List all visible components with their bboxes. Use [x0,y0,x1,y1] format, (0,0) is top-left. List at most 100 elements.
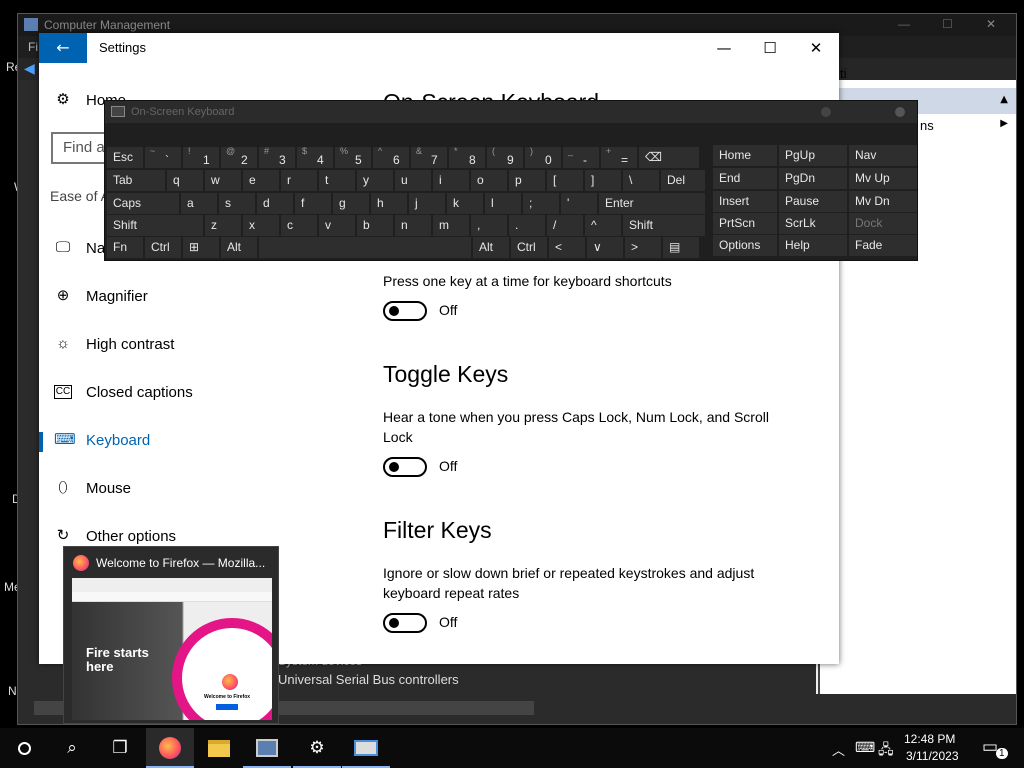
key[interactable]: o [471,170,507,191]
key[interactable]: * 8 [449,147,485,168]
key[interactable]: ∨ [587,237,623,258]
close-icon[interactable]: ✕ [986,17,996,31]
key[interactable]: q [167,170,203,191]
key-options[interactable]: Options [713,235,777,256]
key[interactable]: g [333,193,369,214]
key[interactable]: k [447,193,483,214]
key[interactable]: ] [585,170,621,191]
key[interactable]: r [281,170,317,191]
key-end[interactable]: End [713,168,777,189]
key[interactable]: e [243,170,279,191]
key[interactable]: ^ 6 [373,147,409,168]
key[interactable]: Alt [221,237,257,258]
key[interactable]: u [395,170,431,191]
settings-titlebar[interactable]: ← Settings — ☐ ✕ [39,33,839,63]
key[interactable]: z [205,215,241,236]
minimize-icon[interactable]: — [898,17,910,31]
menu-file[interactable]: Fi [28,40,38,54]
nav-mouse[interactable]: ⬯ Mouse [39,469,369,509]
key[interactable]: + = [601,147,637,168]
key[interactable]: m [433,215,469,236]
key[interactable]: ▤ [663,237,699,258]
submenu-arrow-icon[interactable]: ▶ [1000,118,1008,129]
key[interactable]: @2 [221,147,257,168]
key[interactable]: Shift [623,215,705,236]
key-scrlk[interactable]: ScrLk [779,213,847,234]
clock-date[interactable]: 3/11/2023 [906,749,959,763]
close-button[interactable]: ✕ [793,33,839,63]
key[interactable]: . [509,215,545,236]
key[interactable]: w [205,170,241,191]
search-button[interactable]: ⌕ [48,728,96,768]
key-fade[interactable]: Fade [849,235,917,256]
key[interactable]: #3 [259,147,295,168]
toggle-keys-toggle[interactable] [383,457,427,477]
key[interactable]: Fn [107,237,143,258]
key[interactable]: [ [547,170,583,191]
key[interactable]: (9 [487,147,523,168]
key-mv-up[interactable]: Mv Up [849,168,917,189]
key-pgdn[interactable]: PgDn [779,168,847,189]
taskbar-osk[interactable] [342,728,390,768]
key-home[interactable]: Home [713,145,777,166]
key-help[interactable]: Help [779,235,847,256]
key-esc[interactable]: Esc [107,147,143,168]
show-hidden-icons[interactable]: ︿ [832,740,845,759]
nav-high-contrast[interactable]: ☼ High contrast [39,325,369,365]
key[interactable]: \ [623,170,659,191]
key[interactable]: $4 [297,147,333,168]
filter-keys-toggle[interactable] [383,613,427,633]
key-pause[interactable]: Pause [779,191,847,212]
key[interactable]: ; [523,193,559,214]
clock-time[interactable]: 12:48 PM [904,732,955,746]
key[interactable]: / [547,215,583,236]
key[interactable]: ⊞ [183,237,219,258]
key[interactable]: , [471,215,507,236]
key[interactable]: y [357,170,393,191]
key-nav[interactable]: Nav [849,145,917,166]
osk-minimize-icon[interactable] [821,107,831,117]
key[interactable]: s [219,193,255,214]
key[interactable]: v [319,215,355,236]
firefox-preview[interactable]: Welcome to Firefox — Mozilla... Fire sta… [63,546,279,724]
key[interactable]: > [625,237,661,258]
taskbar-computer-management[interactable] [243,728,291,768]
start-button[interactable] [0,728,48,768]
key[interactable]: _ - [563,147,599,168]
key[interactable]: & 7 [411,147,447,168]
key[interactable]: ' [561,193,597,214]
key[interactable]: < [549,237,585,258]
key[interactable]: f [295,193,331,214]
taskbar-firefox[interactable] [146,728,194,768]
key[interactable]: ^ [585,215,621,236]
key[interactable]: Del [661,170,705,191]
key[interactable]: h [371,193,407,214]
nav-closed-captions[interactable]: CC Closed captions [39,373,369,413]
key[interactable]: Tab [107,170,165,191]
actions-partial-more[interactable]: ns [920,118,934,133]
key[interactable]: Ctrl [145,237,181,258]
key[interactable]: ! 1 [183,147,219,168]
key-prtscn[interactable]: PrtScn [713,213,777,234]
key-pgup[interactable]: PgUp [779,145,847,166]
key[interactable]: a [181,193,217,214]
key[interactable]: Enter [599,193,705,214]
key[interactable]: n [395,215,431,236]
key[interactable]: Caps [107,193,179,214]
key[interactable]: x [243,215,279,236]
keyboard-tray-icon[interactable]: ⌨ [855,739,875,756]
key-insert[interactable]: Insert [713,191,777,212]
key[interactable]: d [257,193,293,214]
key[interactable]: i [433,170,469,191]
back-arrow-icon[interactable]: ◀ [24,61,35,77]
key-backspace[interactable]: ⌫ [639,147,699,168]
key[interactable]: j [409,193,445,214]
minimize-button[interactable]: — [701,33,747,63]
tree-item-usb[interactable]: Universal Serial Bus controllers [278,672,459,687]
nav-magnifier[interactable]: ⊕ Magnifier [39,277,369,317]
key[interactable]: c [281,215,317,236]
maximize-button[interactable]: ☐ [747,33,793,63]
sticky-keys-toggle[interactable] [383,301,427,321]
osk-close-icon[interactable] [895,107,905,117]
key[interactable]: Alt [473,237,509,258]
